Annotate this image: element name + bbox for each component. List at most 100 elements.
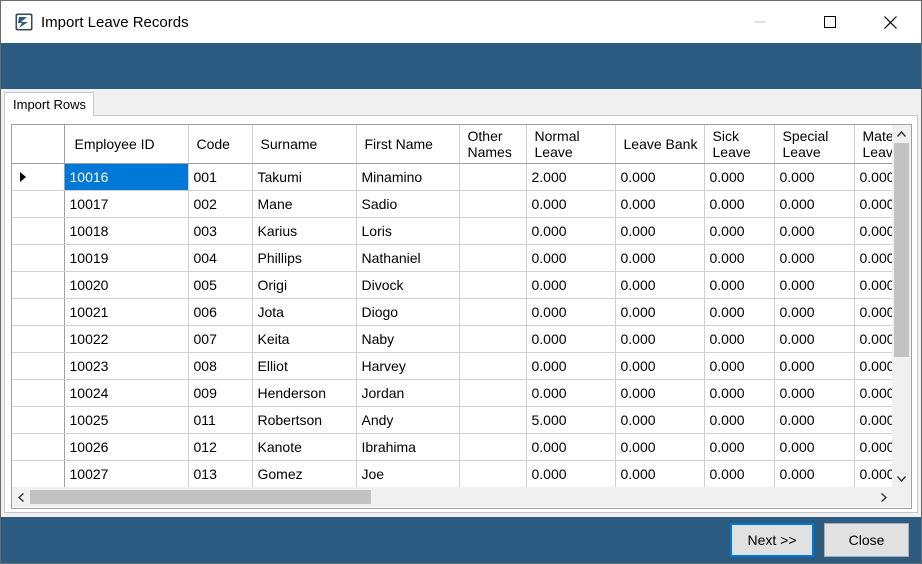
table-row[interactable]: 10021 006 Jota Diogo 0.000 0.000 0.000 0.000 0.0… [12,298,892,326]
column-header-surname[interactable]: Surname [252,125,357,164]
row-header[interactable] [12,433,65,461]
cell-special-leave[interactable]: 0.000 [774,217,855,245]
horizontal-scrollbar[interactable] [12,487,892,507]
cell-maternity-leave[interactable]: 0.000 [854,433,892,461]
cell-normal-leave[interactable]: 2.000 [526,163,616,191]
cell-special-leave[interactable]: 0.000 [774,325,855,353]
cell-sick-leave[interactable]: 0.000 [704,271,775,299]
cell-other-names[interactable] [459,379,527,407]
cell-sick-leave[interactable]: 0.000 [704,352,775,380]
cell-other-names[interactable] [459,298,527,326]
cell-code[interactable]: 001 [188,163,253,191]
cell-normal-leave[interactable]: 0.000 [526,217,616,245]
row-header[interactable] [12,379,65,407]
column-header-code[interactable]: Code [188,125,253,164]
cell-employee-id[interactable]: 10017 [64,190,189,218]
cell-surname[interactable]: Henderson [252,379,357,407]
cell-sick-leave[interactable]: 0.000 [704,379,775,407]
row-header[interactable] [12,325,65,353]
title-bar[interactable]: Import Leave Records [1,1,921,43]
cell-first-name[interactable]: Diogo [356,298,460,326]
cell-special-leave[interactable]: 0.000 [774,433,855,461]
close-button[interactable]: Close [824,523,909,557]
cell-leave-bank[interactable]: 0.000 [615,271,705,299]
table-row[interactable]: 10016 001 Takumi Minamino 2.000 0.000 0.000 0.0… [12,163,892,191]
cell-surname[interactable]: Elliot [252,352,357,380]
cell-normal-leave[interactable]: 0.000 [526,325,616,353]
cell-special-leave[interactable]: 0.000 [774,163,855,191]
cell-normal-leave[interactable]: 5.000 [526,406,616,434]
cell-code[interactable]: 002 [188,190,253,218]
column-header-normal-leave[interactable]: Normal Leave [526,125,616,164]
cell-other-names[interactable] [459,190,527,218]
table-row[interactable]: 10017 002 Mane Sadio 0.000 0.000 0.000 0.000 0.0… [12,190,892,218]
cell-maternity-leave[interactable]: 0.000 [854,217,892,245]
cell-employee-id[interactable]: 10019 [64,244,189,272]
cell-sick-leave[interactable]: 0.000 [704,406,775,434]
cell-employee-id[interactable]: 10016 [64,163,189,191]
horizontal-scroll-thumb[interactable] [30,490,371,504]
row-header[interactable] [12,163,65,191]
cell-sick-leave[interactable]: 0.000 [704,244,775,272]
close-window-button[interactable] [867,1,913,43]
cell-code[interactable]: 006 [188,298,253,326]
cell-sick-leave[interactable]: 0.000 [704,190,775,218]
cell-first-name[interactable]: Andy [356,406,460,434]
vertical-scrollbar[interactable] [892,125,911,487]
row-header[interactable] [12,352,65,380]
cell-leave-bank[interactable]: 0.000 [615,217,705,245]
column-header-maternity-leave[interactable]: Maternity Leave [854,125,892,164]
cell-leave-bank[interactable]: 0.000 [615,325,705,353]
table-row[interactable]: 10019 004 Phillips Nathaniel 0.000 0.000 0.000… [12,244,892,272]
cell-employee-id[interactable]: 10023 [64,352,189,380]
table-row[interactable]: 10026 012 Kanote Ibrahima 0.000 0.000 0.000 0.0… [12,433,892,461]
cell-other-names[interactable] [459,406,527,434]
table-row[interactable]: 10018 003 Karius Loris 0.000 0.000 0.000 0.000 0… [12,217,892,245]
table-row[interactable]: 10024 009 Henderson Jordan 0.000 0.000 0.000 0.… [12,379,892,407]
cell-employee-id[interactable]: 10026 [64,433,189,461]
cell-sick-leave[interactable]: 0.000 [704,325,775,353]
cell-code[interactable]: 009 [188,379,253,407]
cell-special-leave[interactable]: 0.000 [774,190,855,218]
scroll-right-button[interactable] [875,487,892,507]
cell-normal-leave[interactable]: 0.000 [526,271,616,299]
cell-first-name[interactable]: Joe [356,460,460,487]
cell-special-leave[interactable]: 0.000 [774,352,855,380]
row-header[interactable] [12,271,65,299]
cell-first-name[interactable]: Minamino [356,163,460,191]
row-header[interactable] [12,298,65,326]
column-header-sick-leave[interactable]: Sick Leave [704,125,775,164]
cell-surname[interactable]: Keita [252,325,357,353]
cell-first-name[interactable]: Ibrahima [356,433,460,461]
cell-leave-bank[interactable]: 0.000 [615,298,705,326]
table-row[interactable]: 10020 005 Origi Divock 0.000 0.000 0.000 0.000 0… [12,271,892,299]
cell-surname[interactable]: Jota [252,298,357,326]
cell-maternity-leave[interactable]: 0.000 [854,190,892,218]
minimize-button[interactable] [737,1,783,43]
cell-other-names[interactable] [459,460,527,487]
cell-other-names[interactable] [459,433,527,461]
cell-surname[interactable]: Mane [252,190,357,218]
cell-surname[interactable]: Origi [252,271,357,299]
scroll-down-button[interactable] [892,470,911,487]
cell-normal-leave[interactable]: 0.000 [526,460,616,487]
cell-leave-bank[interactable]: 0.000 [615,163,705,191]
cell-other-names[interactable] [459,352,527,380]
cell-leave-bank[interactable]: 0.000 [615,352,705,380]
cell-leave-bank[interactable]: 0.000 [615,190,705,218]
table-row[interactable]: 10025 011 Robertson Andy 5.000 0.000 0.000 0.00… [12,406,892,434]
column-header-other-names[interactable]: Other Names [459,125,527,164]
cell-surname[interactable]: Kanote [252,433,357,461]
table-row[interactable]: 10022 007 Keita Naby 0.000 0.000 0.000 0.000 0.0… [12,325,892,353]
column-header-special-leave[interactable]: Special Leave [774,125,855,164]
column-header-employee-id[interactable]: Employee ID [64,125,189,164]
cell-maternity-leave[interactable]: 0.000 [854,406,892,434]
cell-code[interactable]: 005 [188,271,253,299]
row-header-corner[interactable] [12,125,65,164]
cell-first-name[interactable]: Jordan [356,379,460,407]
cell-leave-bank[interactable]: 0.000 [615,433,705,461]
row-header[interactable] [12,217,65,245]
next-button[interactable]: Next >> [730,523,814,557]
cell-normal-leave[interactable]: 0.000 [526,352,616,380]
table-row[interactable]: 10027 013 Gomez Joe 0.000 0.000 0.000 0.000 0.00… [12,460,892,487]
